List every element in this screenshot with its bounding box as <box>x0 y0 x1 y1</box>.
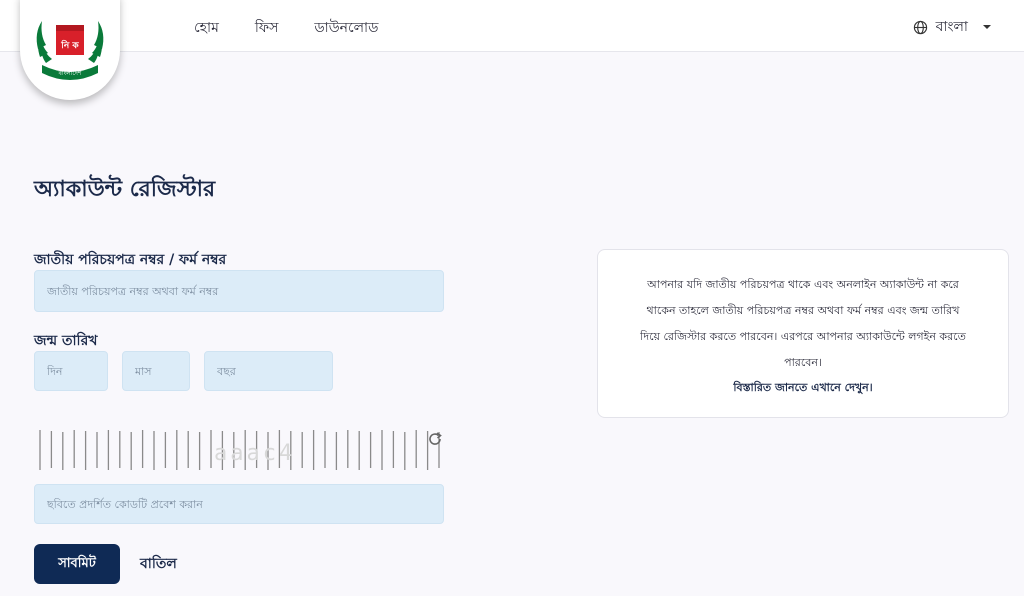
captcha-input[interactable] <box>34 484 444 524</box>
page-title: অ্যাকাউন্ট রেজিস্টার <box>34 177 216 202</box>
submit-button[interactable]: সাবমিট <box>34 544 120 584</box>
language-selector[interactable]: বাংলা <box>913 15 992 39</box>
refresh-icon[interactable] <box>427 431 443 447</box>
captcha-image: aaac4 <box>39 430 440 470</box>
election-commission-logo[interactable]: নি ক বাংলাদেশ <box>20 0 120 100</box>
logo-text: বাংলাদেশ <box>58 70 82 77</box>
nid-input[interactable] <box>34 270 444 312</box>
info-line-2: থাকেন তাহলে জাতীয় পরিচয়পত্র নম্বর অথবা… <box>646 304 960 317</box>
info-line-3: দিয়ে রেজিস্টার করতে পারবেন। এরপরে আপনার… <box>640 330 966 343</box>
nid-label: জাতীয় পরিচয়পত্র নম্বর / ফর্ম নম্বর <box>34 252 227 268</box>
language-label: বাংলা <box>935 19 968 35</box>
cancel-button[interactable]: বাতিল <box>140 552 177 576</box>
dob-label: জন্ম তারিখ <box>34 333 98 349</box>
logo-emblem: নি ক বাংলাদেশ <box>36 21 104 80</box>
info-box: আপনার যদি জাতীয় পরিচয়পত্র থাকে এবং অনল… <box>597 249 1009 418</box>
top-navbar: হোম ফিস ডাউনলোড বাংলা <box>0 0 1024 52</box>
details-link[interactable]: বিস্তারিত জানতে এখানে দেখুন। <box>733 379 872 398</box>
caret-down-icon <box>983 25 991 29</box>
globe-icon <box>913 20 927 34</box>
info-line-1: আপনার যদি জাতীয় পরিচয়পত্র থাকে এবং অনল… <box>647 278 959 291</box>
info-line-4: পারবেন। <box>784 356 822 369</box>
dob-month-input[interactable] <box>122 351 190 391</box>
dob-year-input[interactable] <box>204 351 333 391</box>
main-nav: হোম ফিস ডাউনলোড <box>194 16 378 40</box>
dob-day-input[interactable] <box>34 351 108 391</box>
captcha-text: aaac4 <box>214 441 295 466</box>
nav-home[interactable]: হোম <box>194 16 219 40</box>
logo-letters: নি ক <box>60 39 79 51</box>
nav-fees[interactable]: ফিস <box>255 16 279 40</box>
nav-download[interactable]: ডাউনলোড <box>314 16 378 40</box>
